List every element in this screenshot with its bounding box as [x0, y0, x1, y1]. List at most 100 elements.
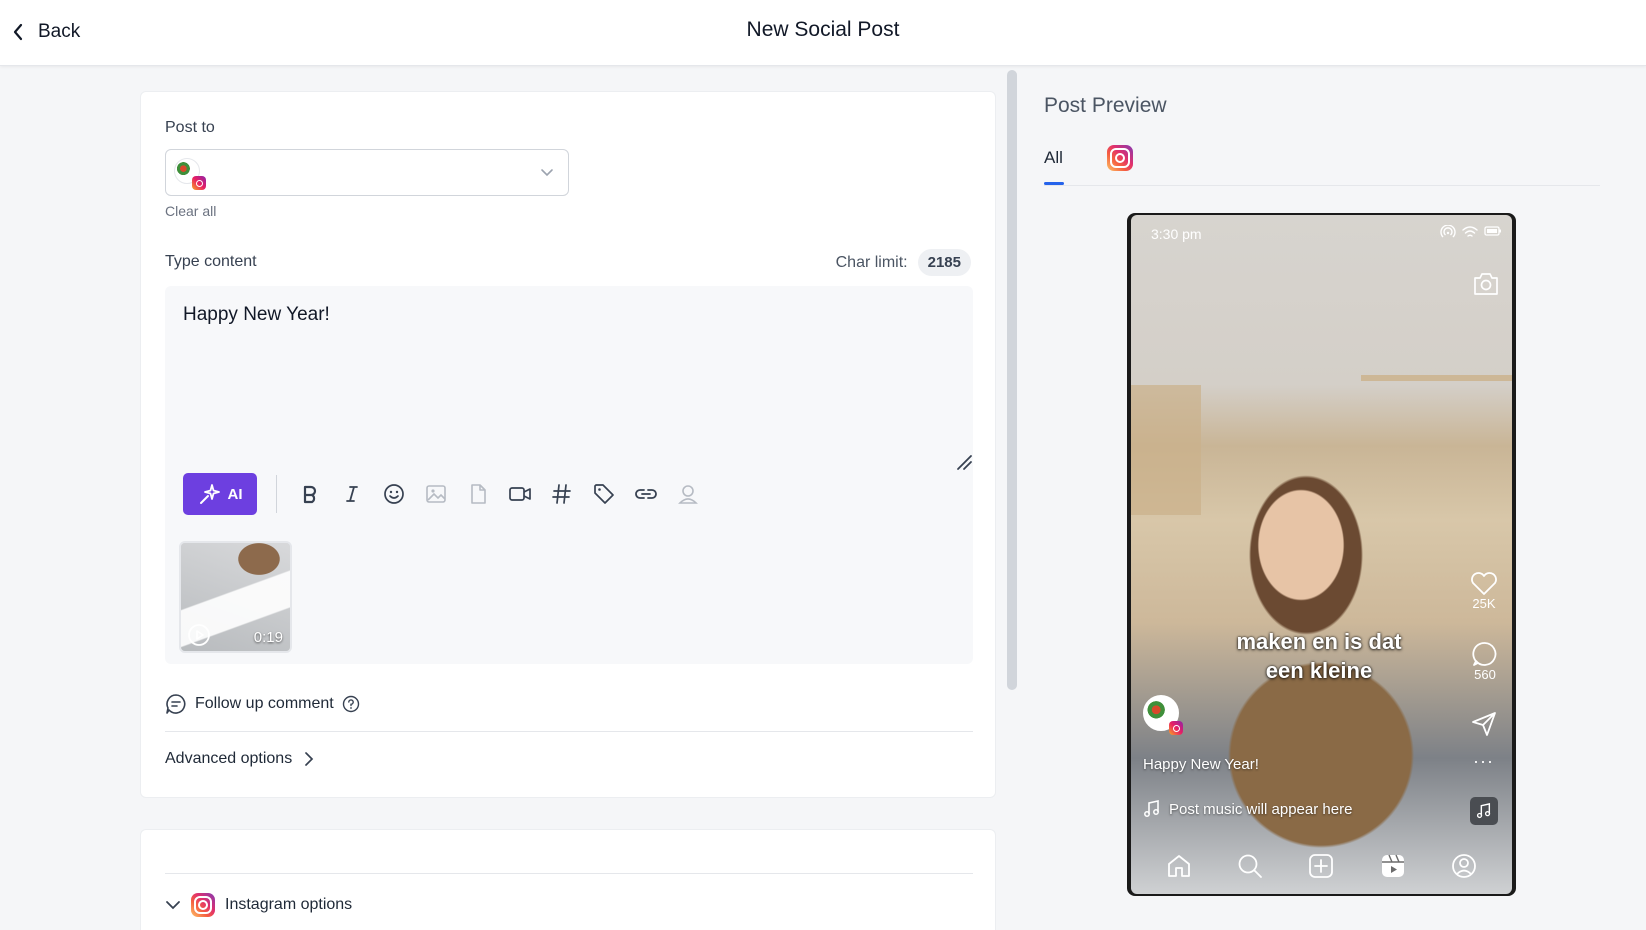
italic-button[interactable] [331, 473, 373, 515]
account-avatar [174, 158, 206, 190]
media-duration: 0:19 [253, 629, 283, 646]
music-thumbnail [1470, 797, 1498, 825]
tag-icon [594, 484, 614, 504]
char-limit-label: Char limit: [835, 253, 908, 271]
top-bar: Back New Social Post [0, 0, 1646, 66]
hashtag-icon [552, 484, 571, 504]
preview-tabs: All [1044, 142, 1600, 186]
file-icon [471, 484, 486, 504]
instagram-options-card: Instagram options [140, 829, 996, 930]
nav-home[interactable] [1159, 846, 1199, 886]
music-note-icon [1144, 800, 1159, 817]
tab-instagram[interactable] [1107, 145, 1133, 171]
type-content-label: Type content [165, 253, 257, 270]
comment-count: 560 [1474, 667, 1496, 682]
heart-icon [1471, 572, 1497, 595]
hashtag-button[interactable] [541, 473, 583, 515]
help-icon[interactable] [342, 695, 360, 713]
music-text: Post music will appear here [1169, 800, 1353, 818]
instagram-options-toggle[interactable]: Instagram options [165, 893, 352, 917]
follow-up-comment[interactable]: Follow up comment [165, 693, 360, 715]
preview-title: Post Preview [1044, 94, 1167, 117]
reel-preview: 3:30 pm 25K 560 maken en is dat een klei… [1131, 215, 1512, 894]
background-shelf [1361, 375, 1512, 381]
sparkles-icon [199, 484, 220, 504]
file-button[interactable] [457, 473, 499, 515]
comment-icon [1472, 642, 1497, 666]
advanced-options[interactable]: Advanced options [165, 750, 314, 768]
status-time: 3:30 pm [1151, 226, 1202, 242]
nav-create[interactable] [1301, 846, 1341, 886]
caption-line: maken en is dat [1236, 629, 1402, 654]
divider [165, 731, 973, 732]
advanced-options-label: Advanced options [165, 750, 293, 767]
instagram-icon [1107, 145, 1133, 171]
camera-icon[interactable] [1472, 271, 1500, 297]
location-button[interactable] [667, 473, 709, 515]
like-action[interactable]: 25K [1470, 570, 1498, 611]
media-thumbnail[interactable]: 0:19 [179, 541, 292, 653]
video-icon [509, 487, 531, 501]
video-button[interactable] [499, 473, 541, 515]
chevron-down-icon [541, 169, 553, 177]
image-icon [426, 485, 446, 503]
nav-profile[interactable] [1444, 846, 1484, 886]
reels-icon [1381, 854, 1404, 877]
image-button[interactable] [415, 473, 457, 515]
home-icon [1167, 855, 1190, 877]
video-caption: maken en is dat een kleine [1219, 627, 1419, 685]
ai-button[interactable]: AI [183, 473, 257, 515]
tag-button[interactable] [583, 473, 625, 515]
instagram-icon [1169, 721, 1183, 735]
comment-icon [166, 694, 186, 714]
status-icons [1440, 225, 1502, 239]
wifi-icon [1462, 226, 1478, 237]
emoji-button[interactable] [373, 473, 415, 515]
tab-all[interactable]: All [1044, 148, 1063, 168]
caption-line: een kleine [1265, 658, 1373, 683]
char-limit-badge: 2185 [917, 249, 971, 276]
preview-music: Post music will appear here [1143, 800, 1352, 818]
preview-avatar [1143, 695, 1183, 735]
bold-button[interactable] [289, 473, 331, 515]
editor-toolbar: AI [183, 473, 709, 515]
location-icon [678, 485, 698, 504]
background-shelf [1131, 385, 1201, 515]
comment-action[interactable]: 560 [1472, 641, 1498, 682]
nav-search[interactable] [1230, 846, 1270, 886]
resize-handle-icon[interactable] [955, 453, 973, 471]
plus-square-icon [1309, 854, 1334, 878]
bold-icon [303, 485, 317, 504]
share-action[interactable] [1470, 711, 1498, 737]
preview-bottom-nav [1131, 838, 1512, 894]
content-text[interactable]: Happy New Year! [183, 304, 330, 326]
more-icon[interactable]: ··· [1473, 751, 1494, 772]
chevron-down-icon [166, 901, 180, 910]
link-button[interactable] [625, 473, 667, 515]
hotspot-icon [1440, 225, 1456, 238]
content-editor[interactable]: Happy New Year! AI 0:19 [165, 286, 973, 664]
search-icon [1238, 854, 1262, 878]
link-icon [635, 489, 657, 499]
clear-all-link[interactable]: Clear all [165, 203, 216, 219]
ai-label: AI [227, 485, 243, 503]
like-count: 25K [1472, 596, 1496, 611]
scrollbar[interactable] [1007, 70, 1017, 690]
preview-post-text: Happy New Year! [1143, 756, 1259, 773]
emoji-icon [384, 484, 404, 504]
profile-icon [1452, 854, 1477, 878]
italic-icon [346, 486, 358, 502]
nav-reels[interactable] [1373, 846, 1413, 886]
toolbar-divider [276, 475, 277, 513]
phone-preview: 3:30 pm 25K 560 maken en is dat een klei… [1127, 213, 1516, 896]
char-limit: Char limit: 2185 [836, 249, 971, 276]
account-select[interactable] [165, 149, 569, 196]
post-to-label: Post to [165, 119, 215, 136]
tab-active-indicator [1044, 182, 1064, 185]
send-icon [1472, 712, 1496, 736]
composer-card: Post to Clear all Type content Char limi… [140, 91, 996, 798]
battery-icon [1484, 226, 1501, 236]
follow-up-label: Follow up comment [195, 695, 334, 712]
music-note-icon [1476, 803, 1491, 819]
chevron-right-icon [305, 752, 314, 766]
